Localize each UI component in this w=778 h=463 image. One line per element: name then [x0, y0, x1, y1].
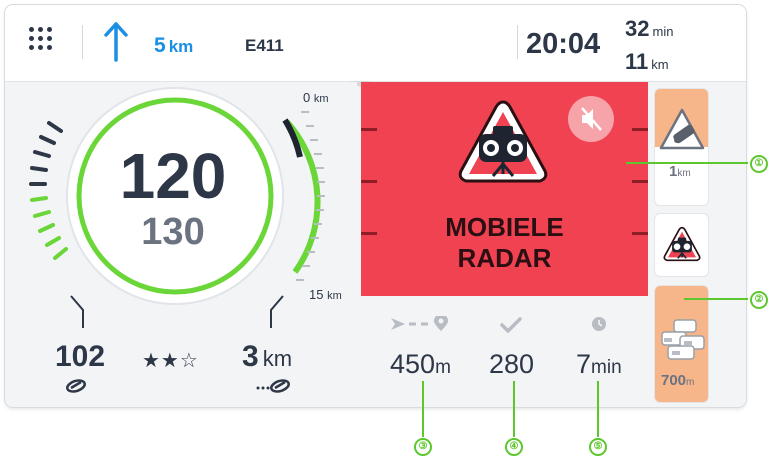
top-bar: 5 km E411 20:04 32 min 11 km — [5, 5, 746, 82]
next-maneuver-distance: 5 km — [154, 34, 194, 57]
speed-limit: 130 — [141, 211, 205, 253]
clock-icon — [592, 317, 606, 331]
speed-camera-small-icon — [663, 226, 701, 262]
speed-camera-warning-icon — [458, 100, 548, 183]
users-count: 102 — [55, 340, 106, 373]
alert-confirmations: 280 — [489, 349, 535, 379]
arrival-time: 20:04 — [526, 28, 601, 60]
callout-badge: ③ — [414, 438, 432, 456]
alert-distance: 450m — [390, 349, 451, 379]
callout-line — [513, 381, 515, 437]
callout-line — [684, 298, 748, 300]
range-top-label: 0 km — [303, 90, 329, 105]
callout-badge: ④ — [505, 438, 523, 456]
alert-time: 7min — [576, 349, 622, 379]
current-speed: 120 — [119, 140, 227, 212]
road-name: E411 — [245, 36, 284, 55]
rating-stars: ★★☆ — [142, 350, 199, 372]
traffic-jam-icon — [661, 319, 705, 360]
card-distance: 1km — [669, 163, 691, 180]
remaining-distance: 11 km — [625, 49, 669, 74]
navigation-screen: 5 km E411 20:04 32 min 11 km 120 130 0 k… — [5, 5, 746, 407]
separator — [82, 25, 83, 59]
alert-info-panel: 450m 280 7min — [361, 296, 648, 407]
alert-panel[interactable]: MOBIELE RADAR — [361, 82, 648, 296]
callout-badge: ① — [750, 155, 768, 173]
upcoming-alert-card[interactable]: 700m — [654, 285, 709, 403]
alert-title: MOBIELE RADAR — [445, 212, 564, 273]
remaining-time: 32 min — [625, 16, 674, 41]
sound-muted-icon[interactable] — [568, 96, 614, 142]
upcoming-alert-card[interactable] — [654, 213, 709, 277]
callout-badge: ② — [750, 291, 768, 309]
straight-arrow-icon — [104, 22, 128, 62]
callout-line — [626, 162, 748, 164]
callout-badge: ⑤ — [589, 438, 607, 456]
next-user-distance: 3 km — [242, 340, 293, 373]
separator — [517, 25, 518, 59]
route-distance-icon — [391, 316, 448, 331]
coyote-icon — [66, 379, 86, 393]
coyote-dots-icon — [256, 379, 290, 393]
callout-line — [597, 381, 599, 437]
left-speed-ticks — [29, 121, 68, 260]
callout-line — [422, 381, 424, 437]
range-bottom-label: 15 km — [309, 287, 342, 302]
upcoming-alert-card[interactable]: 1km — [654, 88, 709, 206]
speed-panel: 120 130 0 km 15 km 102 ★★☆ 3 km — [5, 82, 357, 407]
grid-menu-icon[interactable] — [29, 27, 57, 55]
card-distance: 700m — [661, 372, 695, 389]
accident-warning-icon — [659, 108, 705, 150]
upcoming-alerts-rail: 1km 700m — [648, 82, 746, 407]
checkmark-icon — [500, 317, 522, 333]
